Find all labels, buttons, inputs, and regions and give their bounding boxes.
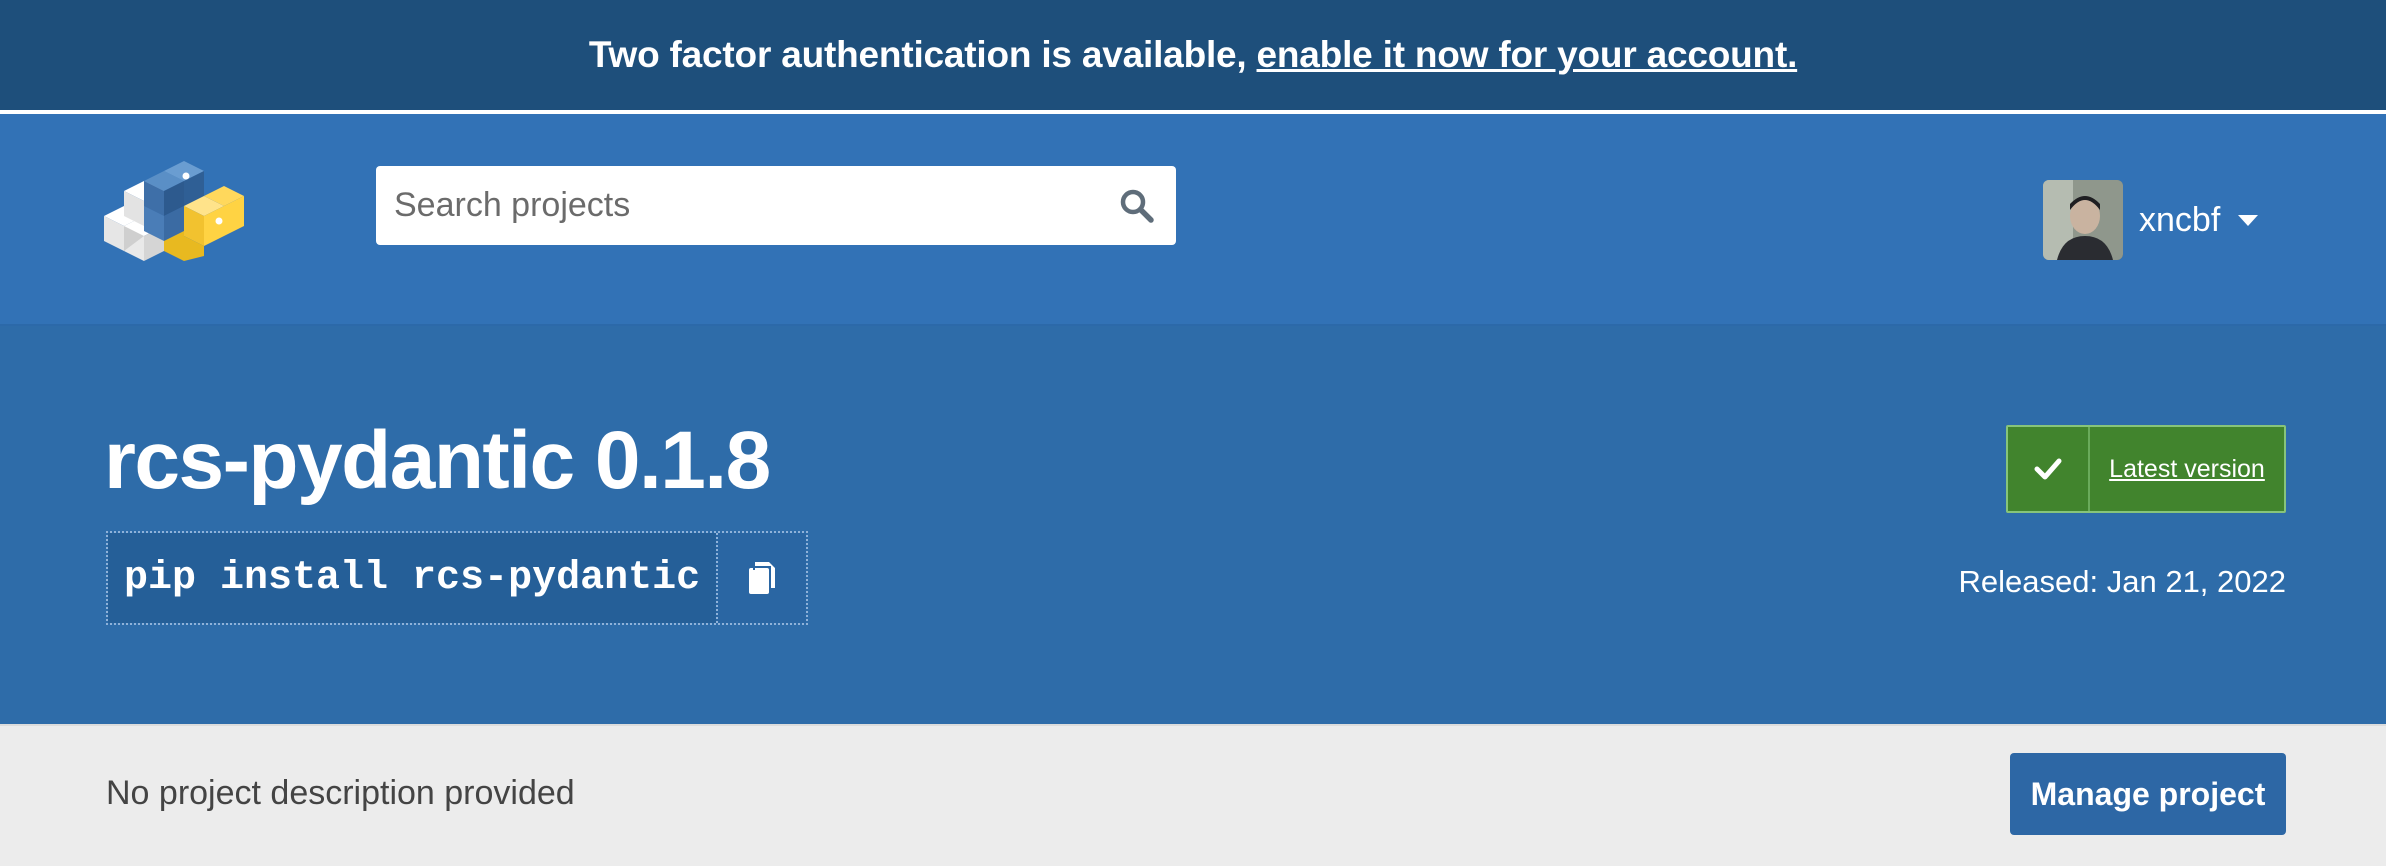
latest-version-badge: Latest version <box>2006 425 2286 513</box>
avatar <box>2043 180 2123 260</box>
notice-text: Two factor authentication is available, <box>588 34 1247 75</box>
package-title: rcs-pydantic 0.1.8 <box>104 415 771 506</box>
description-bar: No project description provided Manage p… <box>0 724 2386 866</box>
package-header: rcs-pydantic 0.1.8 pip install rcs-pydan… <box>0 326 2386 724</box>
check-icon <box>2008 427 2090 511</box>
latest-version-link[interactable]: Latest version <box>2090 427 2284 511</box>
search-input[interactable] <box>392 185 1114 226</box>
project-description: No project description provided <box>106 774 575 812</box>
user-menu[interactable]: xncbf <box>2043 180 2259 260</box>
site-header: xncbf <box>0 114 2386 326</box>
pip-command[interactable]: pip install rcs-pydantic <box>108 533 717 623</box>
manage-project-button[interactable]: Manage project <box>2010 753 2286 835</box>
search-icon[interactable] <box>1114 183 1160 229</box>
pypi-logo[interactable] <box>104 146 244 276</box>
two-factor-notice: Two factor authentication is available, … <box>0 0 2386 114</box>
copy-icon <box>749 562 776 594</box>
pip-command-box: pip install rcs-pydantic <box>106 531 809 625</box>
enable-2fa-link[interactable]: enable it now for your account. <box>1257 34 1798 76</box>
caret-down-icon[interactable] <box>2238 214 2259 226</box>
copy-button[interactable] <box>716 533 807 623</box>
search-box <box>376 166 1176 245</box>
release-date: Released: Jan 21, 2022 <box>1958 564 2286 599</box>
username[interactable]: xncbf <box>2139 201 2220 240</box>
